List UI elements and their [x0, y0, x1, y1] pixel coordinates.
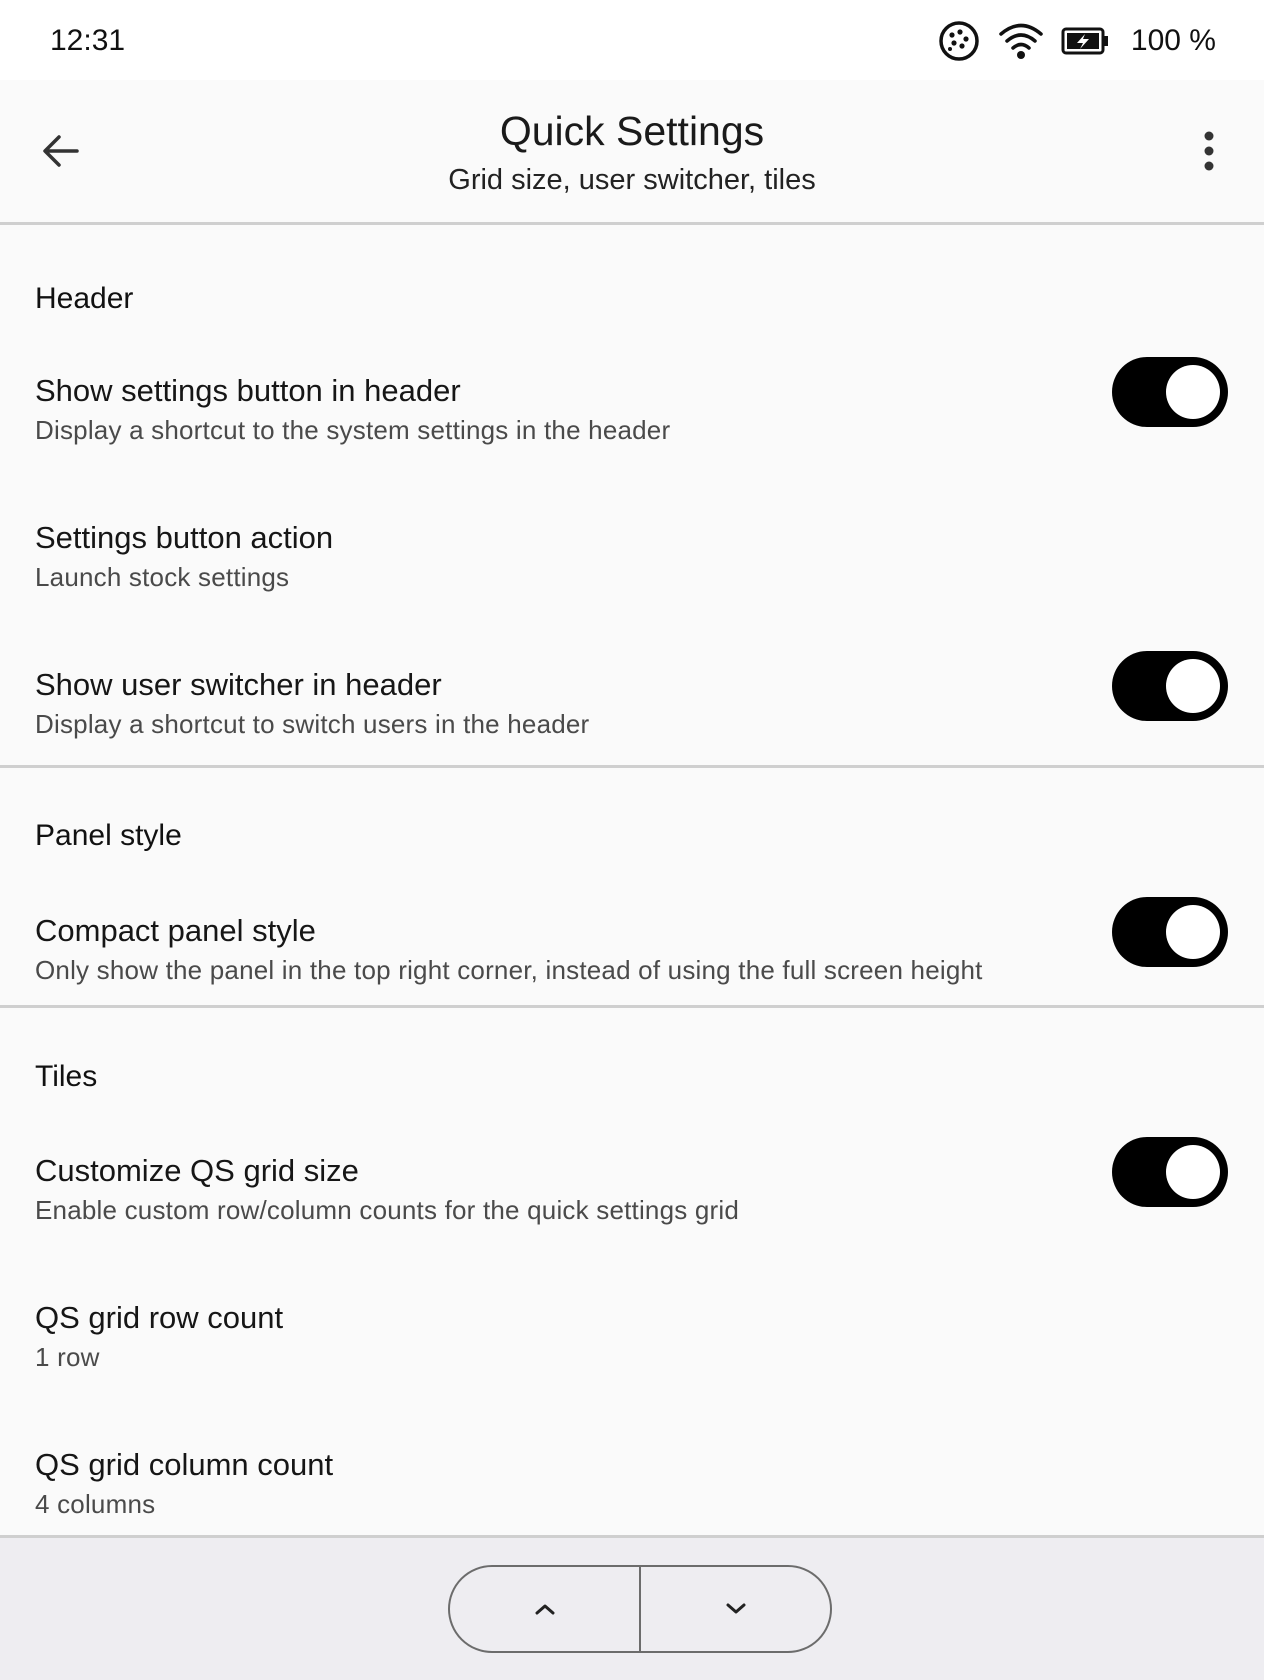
- pref-summary: Launch stock settings: [35, 562, 290, 592]
- status-bar: 12:31 100 %: [0, 0, 1264, 80]
- chevron-up-icon: [535, 1604, 554, 1615]
- scroll-up-button[interactable]: [450, 1567, 639, 1651]
- pref-summary: Only show the panel in the top right cor…: [35, 955, 983, 985]
- section-header-panel-style: Panel style: [35, 819, 182, 852]
- pref-title: QS grid row count: [35, 1300, 284, 1335]
- pref-title: Customize QS grid size: [35, 1153, 359, 1188]
- section-header-header: Header: [35, 282, 134, 315]
- pref-title: Settings button action: [35, 520, 334, 555]
- pref-title: Compact panel style: [35, 913, 316, 948]
- pref-summary: 4 columns: [35, 1489, 156, 1519]
- app-bar: Quick Settings Grid size, user switcher,…: [0, 80, 1264, 225]
- more-vertical-icon: [1204, 131, 1214, 171]
- section-header-tiles: Tiles: [35, 1060, 98, 1093]
- pref-summary: Display a shortcut to switch users in th…: [35, 709, 590, 739]
- customize-qs-grid-toggle[interactable]: [1112, 1137, 1228, 1207]
- pref-summary: 1 row: [35, 1342, 100, 1372]
- page-title: Quick Settings: [499, 108, 765, 154]
- pref-settings-button-action[interactable]: Settings button action Launch stock sett…: [0, 520, 1264, 667]
- compact-panel-style-toggle[interactable]: [1112, 897, 1228, 967]
- pref-title: Show settings button in header: [35, 373, 461, 408]
- pref-summary: Display a shortcut to the system setting…: [35, 415, 671, 445]
- settings-list[interactable]: Header Show settings button in header Di…: [0, 225, 1264, 1535]
- show-user-switcher-toggle[interactable]: [1112, 651, 1228, 721]
- toggle-knob: [1166, 905, 1220, 959]
- pref-title: Show user switcher in header: [35, 667, 442, 702]
- pref-show-settings-button[interactable]: Show settings button in header Display a…: [0, 357, 1264, 520]
- pref-qs-grid-row-count[interactable]: QS grid row count 1 row: [0, 1300, 1264, 1447]
- pref-customize-qs-grid[interactable]: Customize QS grid size Enable custom row…: [0, 1137, 1264, 1300]
- pref-compact-panel-style[interactable]: Compact panel style Only show the panel …: [0, 897, 1264, 1005]
- battery-charging-icon: [1061, 26, 1111, 56]
- pref-show-user-switcher[interactable]: Show user switcher in header Display a s…: [0, 651, 1264, 765]
- pref-summary: Enable custom row/column counts for the …: [35, 1195, 740, 1225]
- page-subtitle: Grid size, user switcher, tiles: [448, 164, 816, 196]
- data-saver-icon: [937, 19, 981, 63]
- pref-qs-grid-column-count[interactable]: QS grid column count 4 columns: [0, 1447, 1264, 1535]
- status-icons: 100 %: [937, 18, 1216, 64]
- scroll-buttons: [448, 1565, 832, 1653]
- show-settings-button-toggle[interactable]: [1112, 357, 1228, 427]
- chevron-down-icon: [726, 1603, 745, 1614]
- pref-title: QS grid column count: [35, 1447, 334, 1482]
- status-time: 12:31: [50, 24, 126, 57]
- bottom-bar: [0, 1535, 1264, 1680]
- toggle-knob: [1166, 1145, 1220, 1199]
- battery-percentage: 100 %: [1130, 24, 1216, 57]
- more-options-button[interactable]: [1182, 124, 1236, 178]
- toggle-knob: [1166, 659, 1220, 713]
- wifi-icon: [997, 21, 1045, 61]
- toggle-knob: [1166, 365, 1220, 419]
- scroll-down-button[interactable]: [641, 1567, 830, 1651]
